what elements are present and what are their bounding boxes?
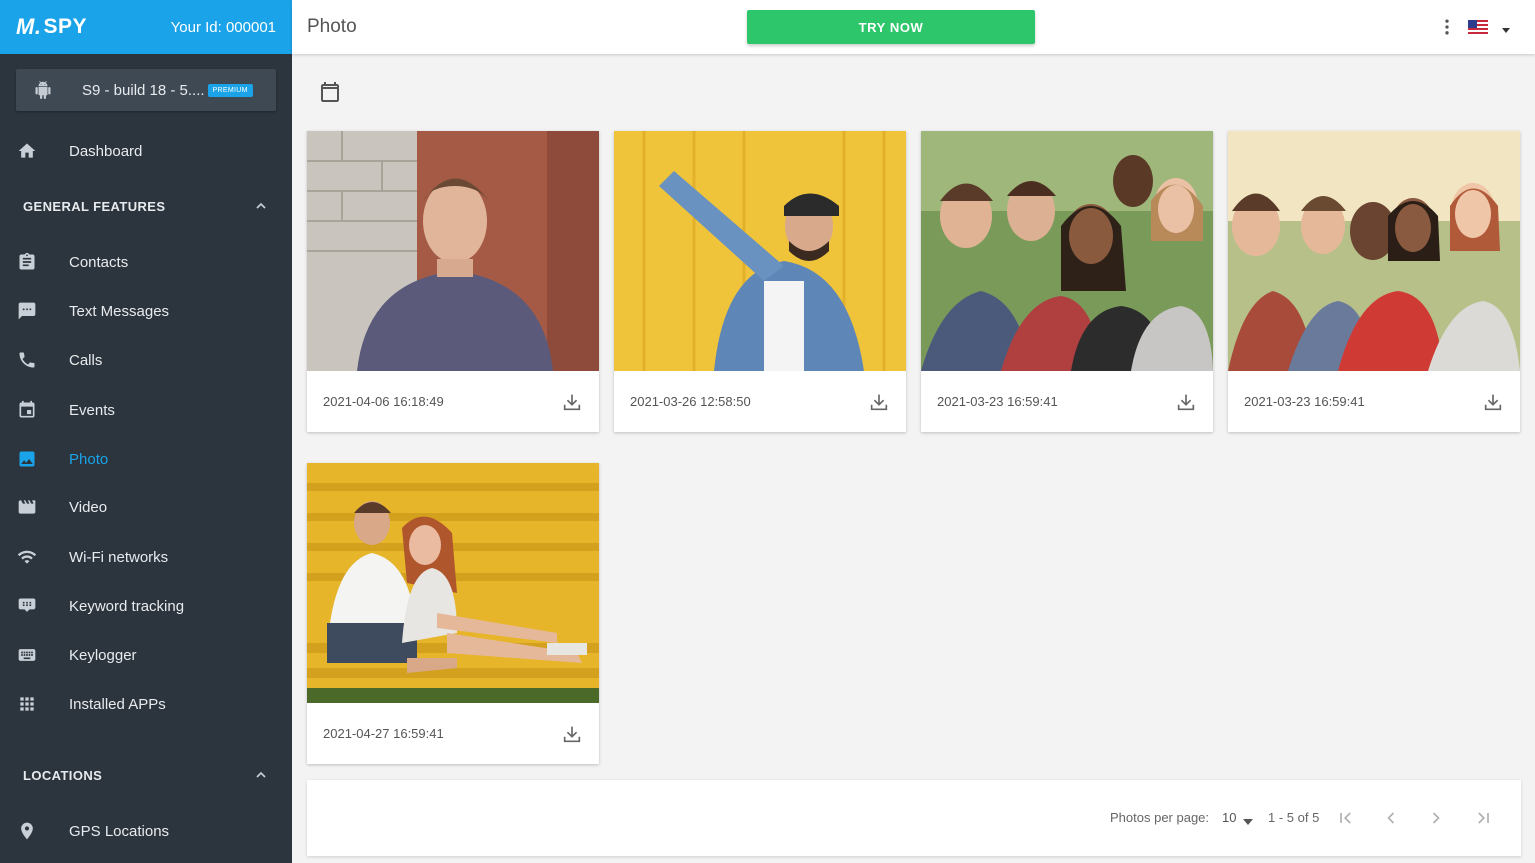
download-icon[interactable] — [561, 723, 583, 745]
android-icon — [34, 81, 52, 99]
download-icon[interactable] — [561, 391, 583, 413]
device-name: S9 - build 18 - 5.... — [82, 81, 205, 99]
photo-thumbnail[interactable] — [921, 131, 1213, 371]
download-icon[interactable] — [868, 391, 890, 413]
photo-card[interactable]: 2021-03-23 16:59:41 — [1228, 131, 1520, 432]
photo-meta: 2021-04-27 16:59:41 — [307, 703, 599, 764]
section-label: LOCATIONS — [23, 767, 103, 783]
brand-bar: M. SPY Your Id: 000001 — [0, 0, 292, 54]
per-page-select[interactable]: 10 — [1222, 810, 1236, 825]
photo-card[interactable]: 2021-03-26 12:58:50 — [614, 131, 906, 432]
sidebar-item-label: GPS Locations — [69, 822, 170, 840]
us-flag-icon[interactable] — [1468, 20, 1488, 34]
photo-thumbnail[interactable] — [307, 131, 599, 371]
previous-page-icon[interactable] — [1381, 808, 1401, 828]
photo-thumbnail[interactable] — [307, 463, 599, 703]
sidebar-item-label: Text Messages — [69, 302, 170, 320]
sidebar-item-contacts[interactable]: Contacts — [0, 242, 292, 282]
page-range: 1 - 5 of 5 — [1268, 810, 1320, 825]
sidebar-item-text-messages[interactable]: Text Messages — [0, 291, 292, 331]
logo-text: SPY — [43, 15, 87, 38]
sidebar-item-label: Contacts — [69, 253, 129, 271]
page-title: Photo — [307, 16, 357, 37]
sidebar-item-label: Keyword tracking — [69, 597, 185, 615]
photo-date: 2021-04-06 16:18:49 — [323, 394, 444, 409]
photo-meta: 2021-03-23 16:59:41 — [921, 371, 1213, 432]
sidebar-item-video[interactable]: Video — [0, 487, 292, 527]
phone-icon — [17, 350, 37, 370]
photo-date: 2021-03-23 16:59:41 — [937, 394, 1058, 409]
photo-card[interactable]: 2021-04-06 16:18:49 — [307, 131, 599, 432]
photo-date: 2021-03-26 12:58:50 — [630, 394, 751, 409]
more-vert-icon[interactable] — [1437, 17, 1457, 37]
language-dropdown-icon[interactable] — [1500, 22, 1512, 33]
sidebar-item-gps-locations[interactable]: GPS Locations — [0, 811, 292, 851]
sidebar-item-label: Photo — [69, 450, 109, 468]
chevron-up-icon — [253, 767, 269, 783]
device-selector[interactable]: S9 - build 18 - 5.... PREMIUM — [16, 69, 276, 111]
keyboard-chat-icon — [17, 596, 37, 616]
sidebar-item-label: Events — [69, 401, 115, 419]
logo[interactable]: M. SPY — [16, 14, 87, 40]
photo-card[interactable]: 2021-03-23 16:59:41 — [921, 131, 1213, 432]
next-page-icon[interactable] — [1426, 808, 1446, 828]
photo-meta: 2021-04-06 16:18:49 — [307, 371, 599, 432]
sidebar-item-keyword-tracking[interactable]: Keyword tracking — [0, 586, 292, 626]
sidebar-item-label: Dashboard — [69, 142, 143, 160]
sidebar-item-keylogger[interactable]: Keylogger — [0, 635, 292, 675]
sidebar-item-photo[interactable]: Photo — [0, 439, 292, 479]
sidebar-item-label: Calls — [69, 351, 103, 369]
first-page-icon[interactable] — [1336, 808, 1356, 828]
keyboard-icon — [17, 645, 37, 665]
image-icon — [17, 449, 37, 469]
top-bar: Photo TRY NOW — [292, 0, 1535, 54]
film-icon — [17, 497, 37, 517]
last-page-icon[interactable] — [1473, 808, 1493, 828]
photo-meta: 2021-03-23 16:59:41 — [1228, 371, 1520, 432]
calendar-icon[interactable] — [318, 80, 342, 104]
premium-badge: PREMIUM — [207, 83, 253, 97]
photo-card[interactable]: 2021-04-27 16:59:41 — [307, 463, 599, 764]
photo-thumbnail[interactable] — [1228, 131, 1520, 371]
sidebar-item-dashboard[interactable]: Dashboard — [0, 131, 292, 171]
clipboard-icon — [17, 252, 37, 272]
logo-mark: M. — [16, 14, 42, 39]
section-label: GENERAL FEATURES — [23, 198, 166, 214]
calendar-list-icon — [17, 400, 37, 420]
user-id: Your Id: 000001 — [170, 18, 276, 36]
download-icon[interactable] — [1175, 391, 1197, 413]
sidebar-item-label: Wi-Fi networks — [69, 548, 169, 566]
photo-date: 2021-03-23 16:59:41 — [1244, 394, 1365, 409]
sidebar-item-installed-apps[interactable]: Installed APPs — [0, 684, 292, 724]
location-pin-icon — [17, 821, 37, 841]
sidebar-item-events[interactable]: Events — [0, 390, 292, 430]
photo-meta: 2021-03-26 12:58:50 — [614, 371, 906, 432]
photo-date: 2021-04-27 16:59:41 — [323, 726, 444, 741]
sidebar-item-label: Video — [69, 498, 108, 516]
apps-grid-icon — [17, 694, 37, 714]
wifi-icon — [17, 547, 37, 567]
per-page-dropdown-icon[interactable] — [1243, 813, 1253, 825]
per-page-label: Photos per page: — [1110, 810, 1210, 825]
home-icon — [17, 141, 37, 161]
section-general-features[interactable]: GENERAL FEATURES — [23, 196, 269, 216]
pagination-bar: Photos per page: 10 1 - 5 of 5 — [307, 780, 1521, 856]
sidebar-item-label: Installed APPs — [69, 695, 166, 713]
download-icon[interactable] — [1482, 391, 1504, 413]
photo-thumbnail[interactable] — [614, 131, 906, 371]
sidebar: M. SPY Your Id: 000001 S9 - build 18 - 5… — [0, 0, 292, 863]
message-icon — [17, 301, 37, 321]
section-locations[interactable]: LOCATIONS — [23, 765, 269, 785]
sidebar-item-wifi-networks[interactable]: Wi-Fi networks — [0, 537, 292, 577]
try-now-button[interactable]: TRY NOW — [747, 10, 1035, 44]
sidebar-item-calls[interactable]: Calls — [0, 340, 292, 380]
chevron-up-icon — [253, 198, 269, 214]
sidebar-item-label: Keylogger — [69, 646, 137, 664]
